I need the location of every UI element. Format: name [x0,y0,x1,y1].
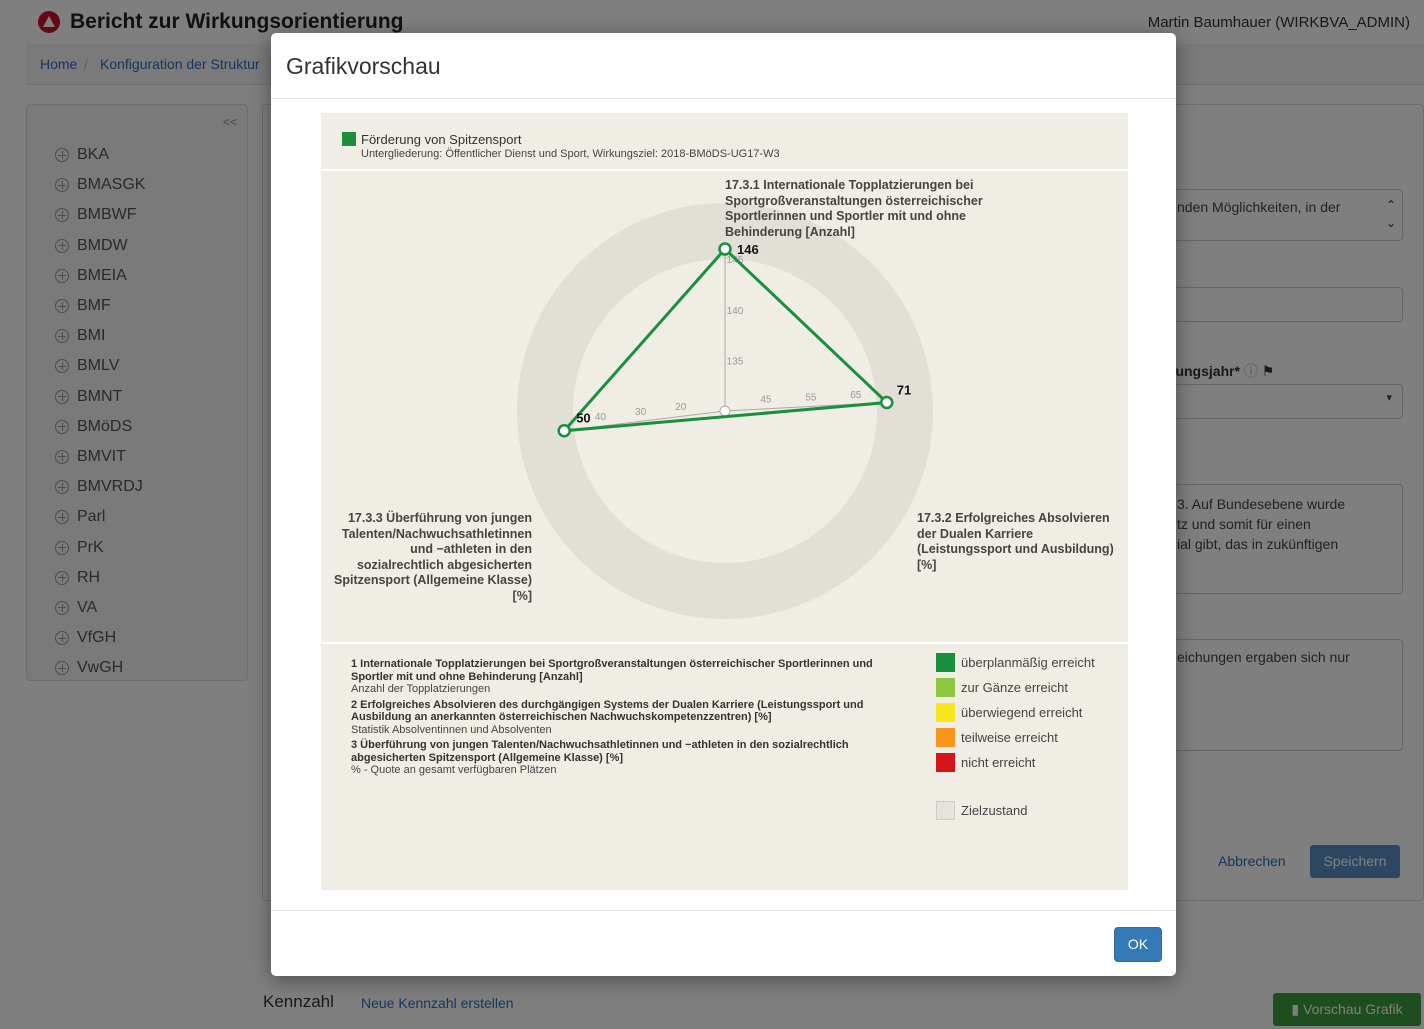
status-swatch [936,678,955,697]
data-label: 146 [737,242,759,257]
data-point [718,242,732,256]
chart-preview-modal: Grafikvorschau Förderung von Spitzenspor… [271,33,1176,976]
modal-title: Grafikvorschau [286,53,441,79]
tick-label: 65 [850,390,862,401]
indicator-note: % - Quote an gesamt verfügbaren Plätzen [351,764,557,776]
indicator-title: 3 Überführung von jungen Talenten/Nachwu… [351,739,849,764]
indicator-title: 2 Erfolgreiches Absolvieren des durchgän… [351,698,864,724]
chart-header: Förderung von Spitzensport Untergliederu… [321,113,1128,168]
tick-label: 20 [675,402,687,413]
status-swatch [936,801,955,820]
tick-label: 140 [727,306,744,317]
status-swatch [936,753,955,772]
axis-title-3: 17.3.3 Überführung von jungen Talenten/N… [334,511,532,603]
tick-label: 30 [635,407,647,418]
axis-title-1: 17.3.1 Internationale Topplatzierungen b… [725,178,983,239]
status-label: überplanmäßig erreicht [961,655,1095,670]
status-label: nicht erreicht [961,755,1036,770]
status-label: zur Gänze erreicht [961,680,1068,695]
modal-footer: OK [271,910,1176,977]
status-swatch [936,728,955,747]
data-point [557,423,571,438]
status-label: überwiegend erreicht [961,705,1083,720]
status-swatch [936,653,955,672]
data-label: 50 [576,411,590,426]
indicator-list: 1 Internationale Topplatzierungen bei Sp… [351,658,891,780]
indicator-note: Anzahl der Topplatzierungen [351,683,491,695]
chart-divider-bottom [321,642,1128,644]
indicator-note: Statistik Absolventinnen und Absolventen [351,723,552,736]
axis-title-2: 17.3.2 Erfolgreiches Absolvieren der Dua… [917,511,1114,572]
tick-label: 135 [727,356,744,367]
tick-label: 55 [805,392,817,403]
data-label: 71 [897,383,911,398]
chart-title: Förderung von Spitzensport [361,132,522,147]
modal-header: Grafikvorschau [271,33,1176,99]
chart-area: Förderung von Spitzensport Untergliederu… [321,113,1128,890]
status-label: Zielzustand [961,803,1028,818]
status-label: teilweise erreicht [961,730,1058,745]
center-point [719,405,731,417]
indicator-title: 1 Internationale Topplatzierungen bei Sp… [351,658,873,683]
series-legend-swatch [342,132,356,146]
data-point [880,395,894,410]
chart-subtitle: Untergliederung: Öffentlicher Dienst und… [361,148,780,160]
tick-label: 40 [595,412,607,423]
ok-button[interactable]: OK [1114,927,1162,962]
tick-label: 45 [760,395,772,406]
status-swatch [936,703,955,722]
